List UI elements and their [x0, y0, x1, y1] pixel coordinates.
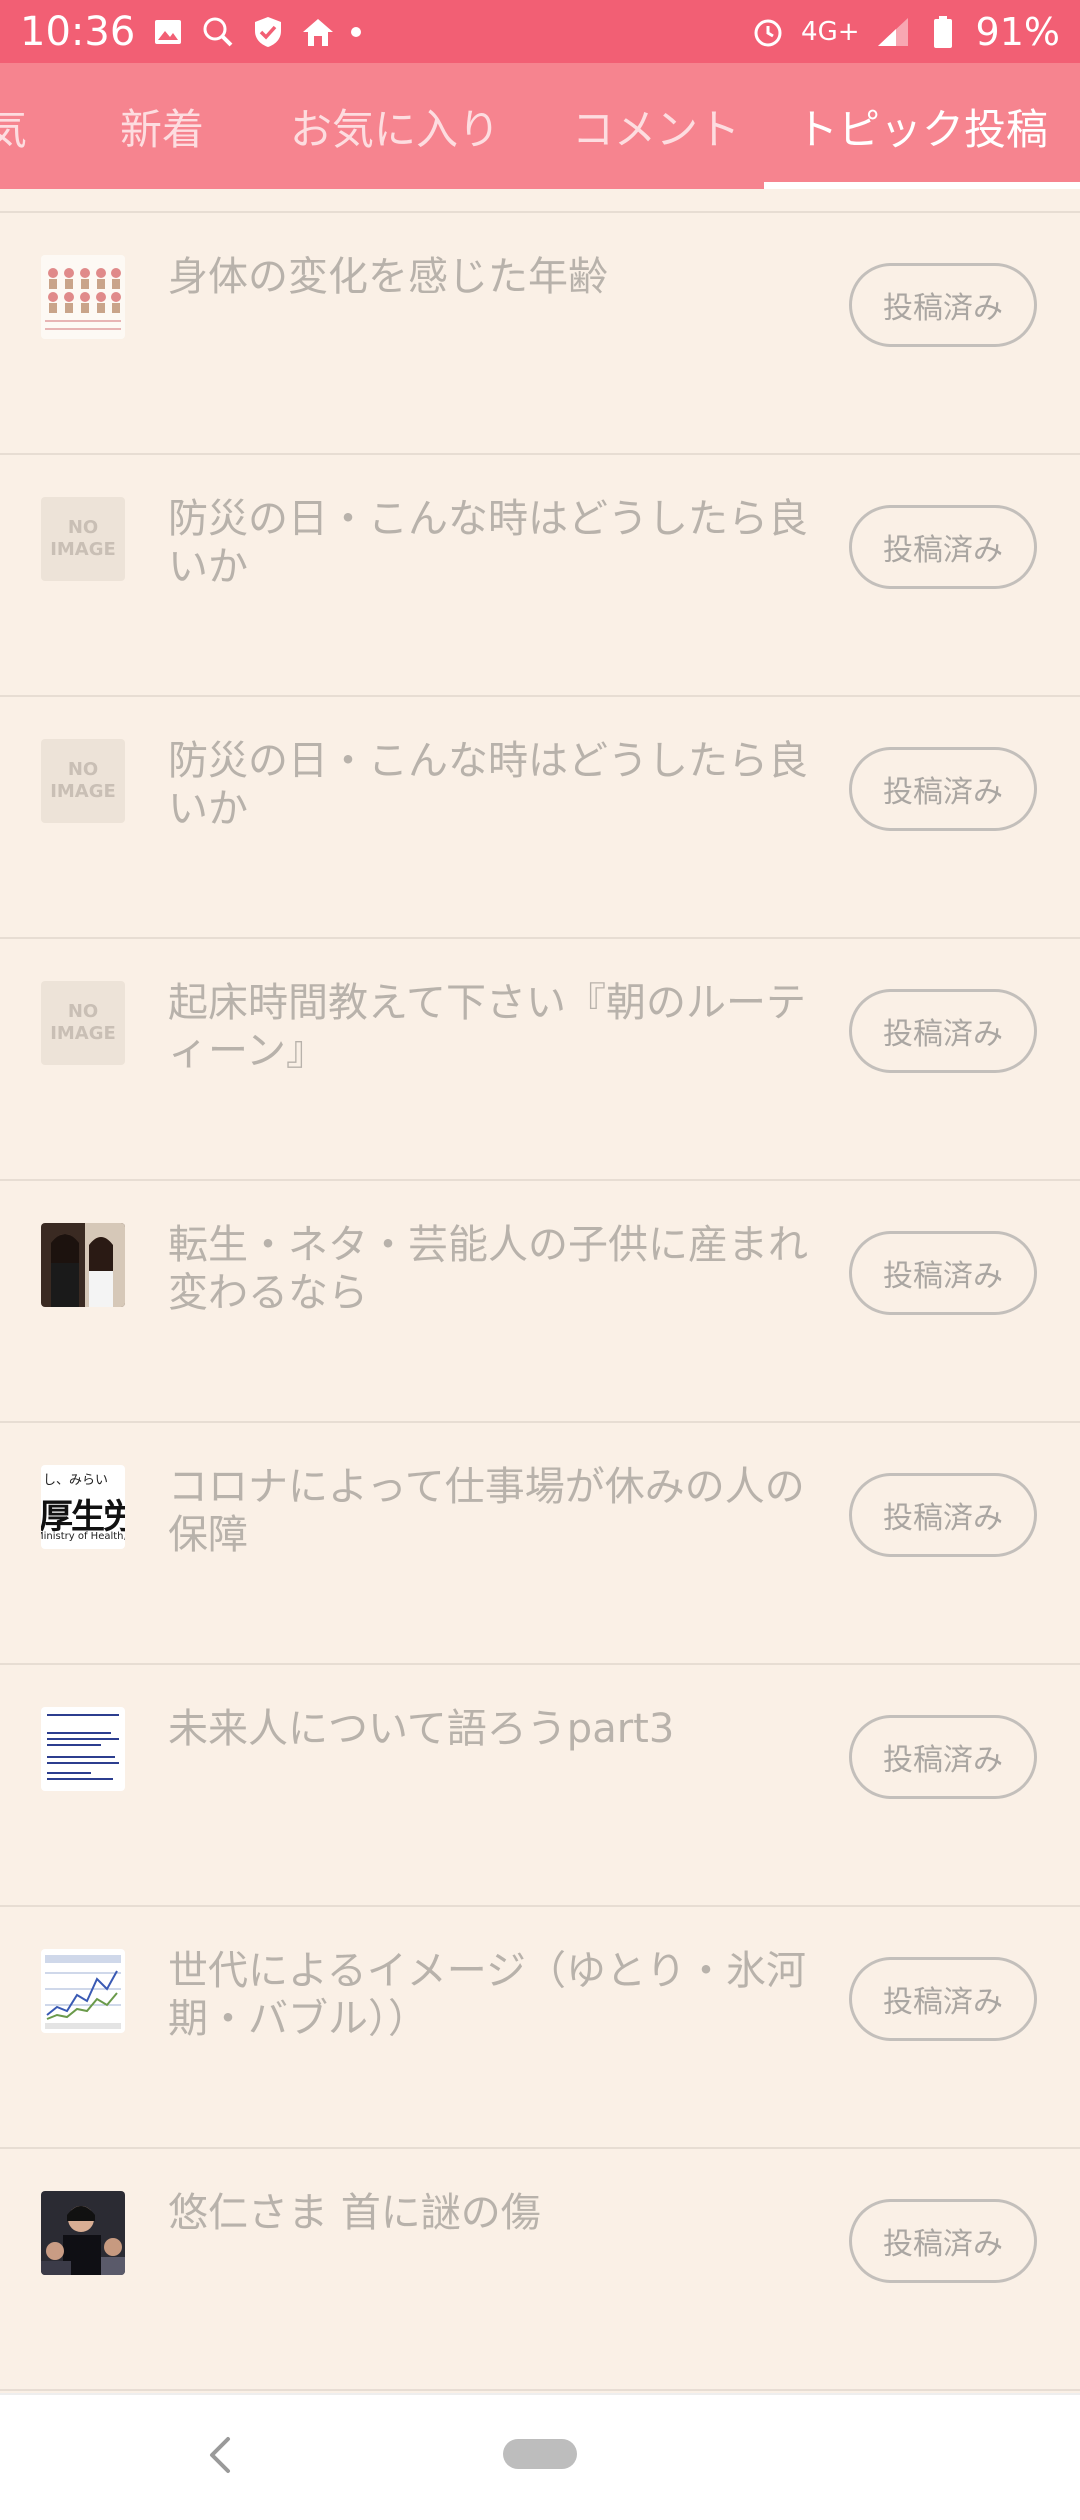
posted-button[interactable]: 投稿済み — [849, 505, 1037, 589]
topic-title: 防災の日・こんな時はどうしたら良いか — [168, 496, 808, 590]
topic-title: 未来人について語ろうpart3 — [168, 1706, 675, 1752]
posted-button[interactable]: 投稿済み — [849, 263, 1037, 347]
no-image-placeholder: NO IMAGE — [41, 497, 125, 581]
thumbnail-image — [41, 2191, 125, 2275]
status-time: 10:36 — [20, 8, 136, 55]
list-item[interactable]: 身体の変化を感じた年齢 投稿済み — [0, 213, 1080, 455]
tab-favorites[interactable]: お気に入り — [280, 63, 510, 189]
list-item[interactable]: NO IMAGE 防災の日・こんな時はどうしたら良いか 投稿済み — [0, 455, 1080, 697]
topic-title: 世代によるイメージ（ゆとり・氷河期・バブル）） — [168, 1948, 806, 2042]
no-image-text-2: IMAGE — [50, 781, 116, 802]
no-image-text-1: NO — [67, 517, 99, 538]
thumb-caption-top: し、みらい — [43, 1473, 109, 1488]
thumbnail-image — [41, 1223, 125, 1307]
active-tab-indicator — [764, 182, 1080, 189]
web-search-icon — [201, 15, 235, 49]
topic-title: 身体の変化を感じた年齢 — [168, 254, 608, 300]
posted-button[interactable]: 投稿済み — [849, 1715, 1037, 1799]
topic-title: 悠仁さま 首に謎の傷 — [168, 2190, 541, 2236]
no-image-text-1: NO — [67, 759, 99, 780]
thumbnail-image: し、みらい 厚生労 Ministry of Health, Lab — [41, 1465, 125, 1549]
home-pill-button[interactable] — [503, 2439, 577, 2469]
thumbnail-image — [41, 1949, 125, 2033]
topic-title: 起床時間教えて下さい『朝のルーティーン』 — [168, 980, 806, 1074]
topic-title: 転生・ネタ・芸能人の子供に産まれ変わるなら — [168, 1222, 808, 1316]
list-item[interactable]: 未来人について語ろうpart3 投稿済み — [0, 1665, 1080, 1907]
list-item[interactable]: NO IMAGE 防災の日・こんな時はどうしたら良いか 投稿済み — [0, 697, 1080, 939]
tab-partial[interactable]: 気 — [0, 63, 27, 189]
system-nav-bar — [0, 2393, 1080, 2520]
status-right: 4G+ 91% — [751, 10, 1060, 54]
no-image-placeholder: NO IMAGE — [41, 739, 125, 823]
posted-button[interactable]: 投稿済み — [849, 1957, 1037, 2041]
no-image-text-1: NO — [67, 1001, 99, 1022]
status-left: 10:36 — [20, 8, 362, 55]
back-icon[interactable] — [200, 2425, 240, 2485]
image-icon — [151, 15, 185, 49]
no-image-placeholder: NO IMAGE — [41, 981, 125, 1065]
list-item[interactable]: 転生・ネタ・芸能人の子供に産まれ変わるなら 投稿済み — [0, 1181, 1080, 1423]
list-item[interactable]: し、みらい 厚生労 Ministry of Health, Lab コロナによっ… — [0, 1423, 1080, 1665]
tab-new[interactable]: 新着 — [100, 63, 224, 189]
posted-button[interactable]: 投稿済み — [849, 1473, 1037, 1557]
no-image-text-2: IMAGE — [50, 539, 116, 560]
network-type: 4G+ — [801, 16, 860, 47]
list-item[interactable]: 悠仁さま 首に謎の傷 投稿済み — [0, 2149, 1080, 2391]
posted-button[interactable]: 投稿済み — [849, 1231, 1037, 1315]
posted-button[interactable]: 投稿済み — [849, 2199, 1037, 2283]
thumbnail-image — [41, 255, 125, 339]
tab-topic-posts[interactable]: トピック投稿 — [764, 63, 1080, 189]
posted-button[interactable]: 投稿済み — [849, 747, 1037, 831]
shield-check-icon — [251, 15, 285, 49]
tab-comments[interactable]: コメント — [556, 63, 756, 189]
topic-title: コロナによって仕事場が休みの人の保障 — [168, 1464, 805, 1558]
battery-level: 91% — [975, 9, 1060, 54]
signal-icon — [876, 15, 910, 49]
status-bar: 10:36 4G+ 91% — [0, 0, 1080, 63]
topic-list: 身体の変化を感じた年齢 投稿済み NO IMAGE 防災の日・こんな時はどうした… — [0, 189, 1080, 2391]
no-image-text-2: IMAGE — [50, 1023, 116, 1044]
tab-bar: 気 新着 お気に入り コメント トピック投稿 — [0, 63, 1080, 189]
thumb-caption-bottom: Ministry of Health, Lab — [41, 1531, 125, 1542]
posted-button[interactable]: 投稿済み — [849, 989, 1037, 1073]
battery-icon — [926, 15, 960, 49]
topic-title: 防災の日・こんな時はどうしたら良いか — [168, 738, 808, 832]
notification-dot-icon — [351, 26, 362, 37]
home-icon — [301, 15, 335, 49]
screen: 10:36 4G+ 91% 気 新着 お気に入り コメント トピック投稿 身体の… — [0, 0, 1080, 2520]
alarm-icon — [751, 15, 785, 49]
list-top-divider — [0, 189, 1080, 213]
thumbnail-image — [41, 1707, 125, 1791]
list-item[interactable]: 世代によるイメージ（ゆとり・氷河期・バブル）） 投稿済み — [0, 1907, 1080, 2149]
list-item[interactable]: NO IMAGE 起床時間教えて下さい『朝のルーティーン』 投稿済み — [0, 939, 1080, 1181]
